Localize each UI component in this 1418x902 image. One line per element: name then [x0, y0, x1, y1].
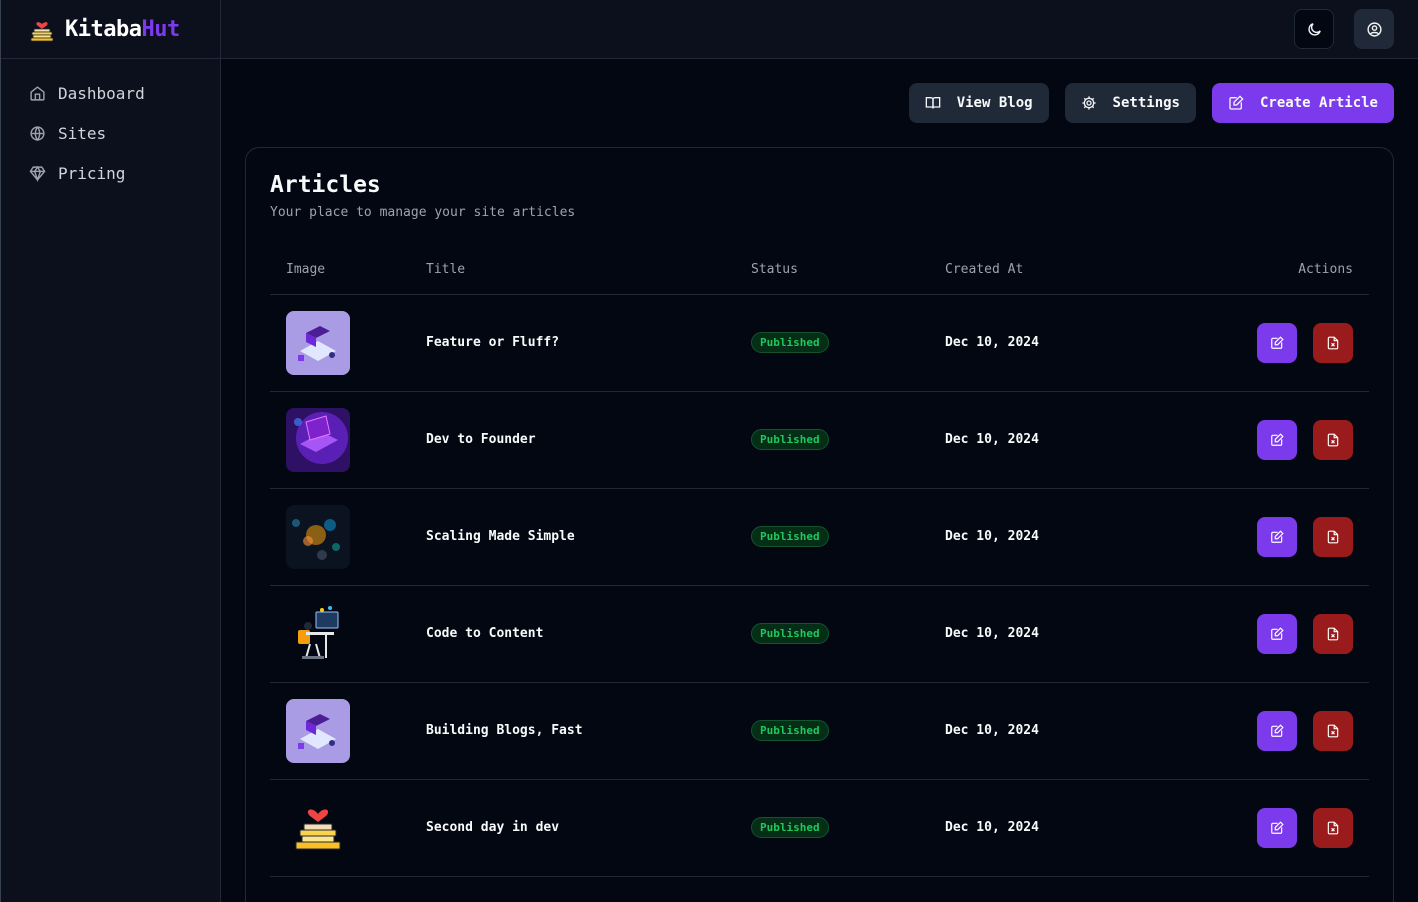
- column-header-image: Image: [270, 246, 426, 295]
- status-badge: Published: [751, 817, 829, 838]
- status-badge: Published: [751, 429, 829, 450]
- status-badge: Published: [751, 623, 829, 644]
- articles-card: Articles Your place to manage your site …: [245, 147, 1394, 902]
- brand[interactable]: Kitaba Hut: [1, 0, 220, 59]
- created-at: Dec 10, 2024: [945, 391, 1195, 489]
- column-header-title: Title: [426, 246, 751, 295]
- sidebar-item-label: Pricing: [58, 163, 126, 183]
- table-row[interactable]: Dev to Founder Published Dec 10, 2024: [270, 391, 1369, 489]
- article-thumbnail-image: [286, 601, 350, 666]
- edit-icon: [1271, 432, 1284, 446]
- table-row[interactable]: Scaling Made Simple Published Dec 10, 20…: [270, 488, 1369, 586]
- diamond-icon: [29, 165, 46, 182]
- status-badge: Published: [751, 332, 829, 353]
- theme-toggle-button[interactable]: [1294, 9, 1334, 49]
- delete-article-button[interactable]: [1313, 516, 1353, 557]
- view-blog-label: View Blog: [956, 95, 1033, 111]
- edit-icon: [1271, 820, 1284, 834]
- article-thumbnail-image: [286, 795, 350, 860]
- edit-article-button[interactable]: [1257, 613, 1297, 654]
- articles-table: Image Title Status Created At Actions Fe…: [270, 246, 1369, 877]
- sidebar-item-label: Dashboard: [58, 83, 145, 103]
- settings-label: Settings: [1112, 95, 1180, 111]
- table-row[interactable]: Code to Content Published Dec 10, 2024: [270, 585, 1369, 683]
- create-article-button[interactable]: Create Article: [1211, 83, 1394, 123]
- status-badge: Published: [751, 720, 829, 741]
- created-at: Dec 10, 2024: [945, 488, 1195, 586]
- table-row[interactable]: Second day in dev Published Dec 10, 2024: [270, 779, 1369, 877]
- globe-icon: [30, 125, 45, 141]
- article-thumbnail-image: [286, 407, 350, 472]
- moon-icon: [1307, 22, 1321, 36]
- file-x-icon: [1327, 627, 1339, 640]
- user-circle-icon: [1366, 21, 1382, 37]
- edit-note-icon: [1229, 95, 1244, 110]
- column-header-created-at: Created At: [945, 246, 1195, 295]
- article-title[interactable]: Dev to Founder: [426, 391, 751, 489]
- page-title: Articles: [270, 172, 381, 198]
- books-heart-logo-icon: [30, 22, 54, 42]
- sidebar-item-dashboard[interactable]: Dashboard: [29, 73, 220, 113]
- article-title[interactable]: Feature or Fluff?: [426, 294, 751, 392]
- edit-article-button[interactable]: [1257, 419, 1297, 460]
- sidebar: Kitaba Hut Dashboard Sites Pricing: [0, 0, 221, 902]
- user-menu-button[interactable]: [1354, 9, 1394, 49]
- sidebar-nav: Dashboard Sites Pricing: [1, 59, 220, 193]
- edit-article-button[interactable]: [1257, 710, 1297, 751]
- column-header-actions: Actions: [1195, 246, 1369, 295]
- article-title[interactable]: Building Blogs, Fast: [426, 682, 751, 780]
- table-row[interactable]: Building Blogs, Fast Published Dec 10, 2…: [270, 682, 1369, 780]
- delete-article-button[interactable]: [1313, 710, 1353, 751]
- book-open-icon: [925, 97, 941, 109]
- edit-icon: [1271, 335, 1284, 349]
- edit-article-button[interactable]: [1257, 516, 1297, 557]
- delete-article-button[interactable]: [1313, 419, 1353, 460]
- file-x-icon: [1327, 433, 1339, 446]
- view-blog-button[interactable]: View Blog: [908, 83, 1049, 123]
- article-toolbar: View Blog Settings Create Article: [908, 83, 1394, 123]
- table-header-row: Image Title Status Created At Actions: [270, 246, 1369, 295]
- edit-article-button[interactable]: [1257, 807, 1297, 848]
- page-subtitle: Your place to manage your site articles: [270, 205, 576, 220]
- article-title[interactable]: Second day in dev: [426, 779, 751, 877]
- article-title[interactable]: Code to Content: [426, 585, 751, 683]
- delete-article-button[interactable]: [1313, 807, 1353, 848]
- delete-article-button[interactable]: [1313, 613, 1353, 654]
- gear-icon: [1081, 96, 1096, 110]
- sidebar-item-pricing[interactable]: Pricing: [29, 153, 220, 193]
- article-thumbnail-image: [286, 698, 350, 763]
- edit-article-button[interactable]: [1257, 322, 1297, 363]
- home-icon: [30, 85, 45, 101]
- article-thumbnail-image: [286, 310, 350, 375]
- created-at: Dec 10, 2024: [945, 682, 1195, 780]
- file-x-icon: [1327, 530, 1339, 543]
- sidebar-item-sites[interactable]: Sites: [29, 113, 220, 153]
- column-header-status: Status: [751, 246, 945, 295]
- create-article-label: Create Article: [1259, 95, 1378, 111]
- file-x-icon: [1327, 724, 1339, 737]
- created-at: Dec 10, 2024: [945, 294, 1195, 392]
- table-row[interactable]: Feature or Fluff? Published Dec 10, 2024: [270, 294, 1369, 392]
- edit-icon: [1271, 723, 1284, 737]
- sidebar-item-label: Sites: [58, 123, 107, 143]
- delete-article-button[interactable]: [1313, 322, 1353, 363]
- edit-icon: [1271, 626, 1284, 640]
- file-x-icon: [1327, 821, 1339, 834]
- status-badge: Published: [751, 526, 829, 547]
- settings-button[interactable]: Settings: [1064, 83, 1196, 123]
- created-at: Dec 10, 2024: [945, 585, 1195, 683]
- article-thumbnail-image: [286, 504, 350, 569]
- top-bar: [221, 0, 1418, 59]
- article-title[interactable]: Scaling Made Simple: [426, 488, 751, 586]
- created-at: Dec 10, 2024: [945, 779, 1195, 877]
- file-x-icon: [1327, 336, 1339, 349]
- brand-name: Kitaba: [65, 16, 142, 42]
- edit-icon: [1271, 529, 1284, 543]
- brand-name-accent: Hut: [141, 16, 180, 42]
